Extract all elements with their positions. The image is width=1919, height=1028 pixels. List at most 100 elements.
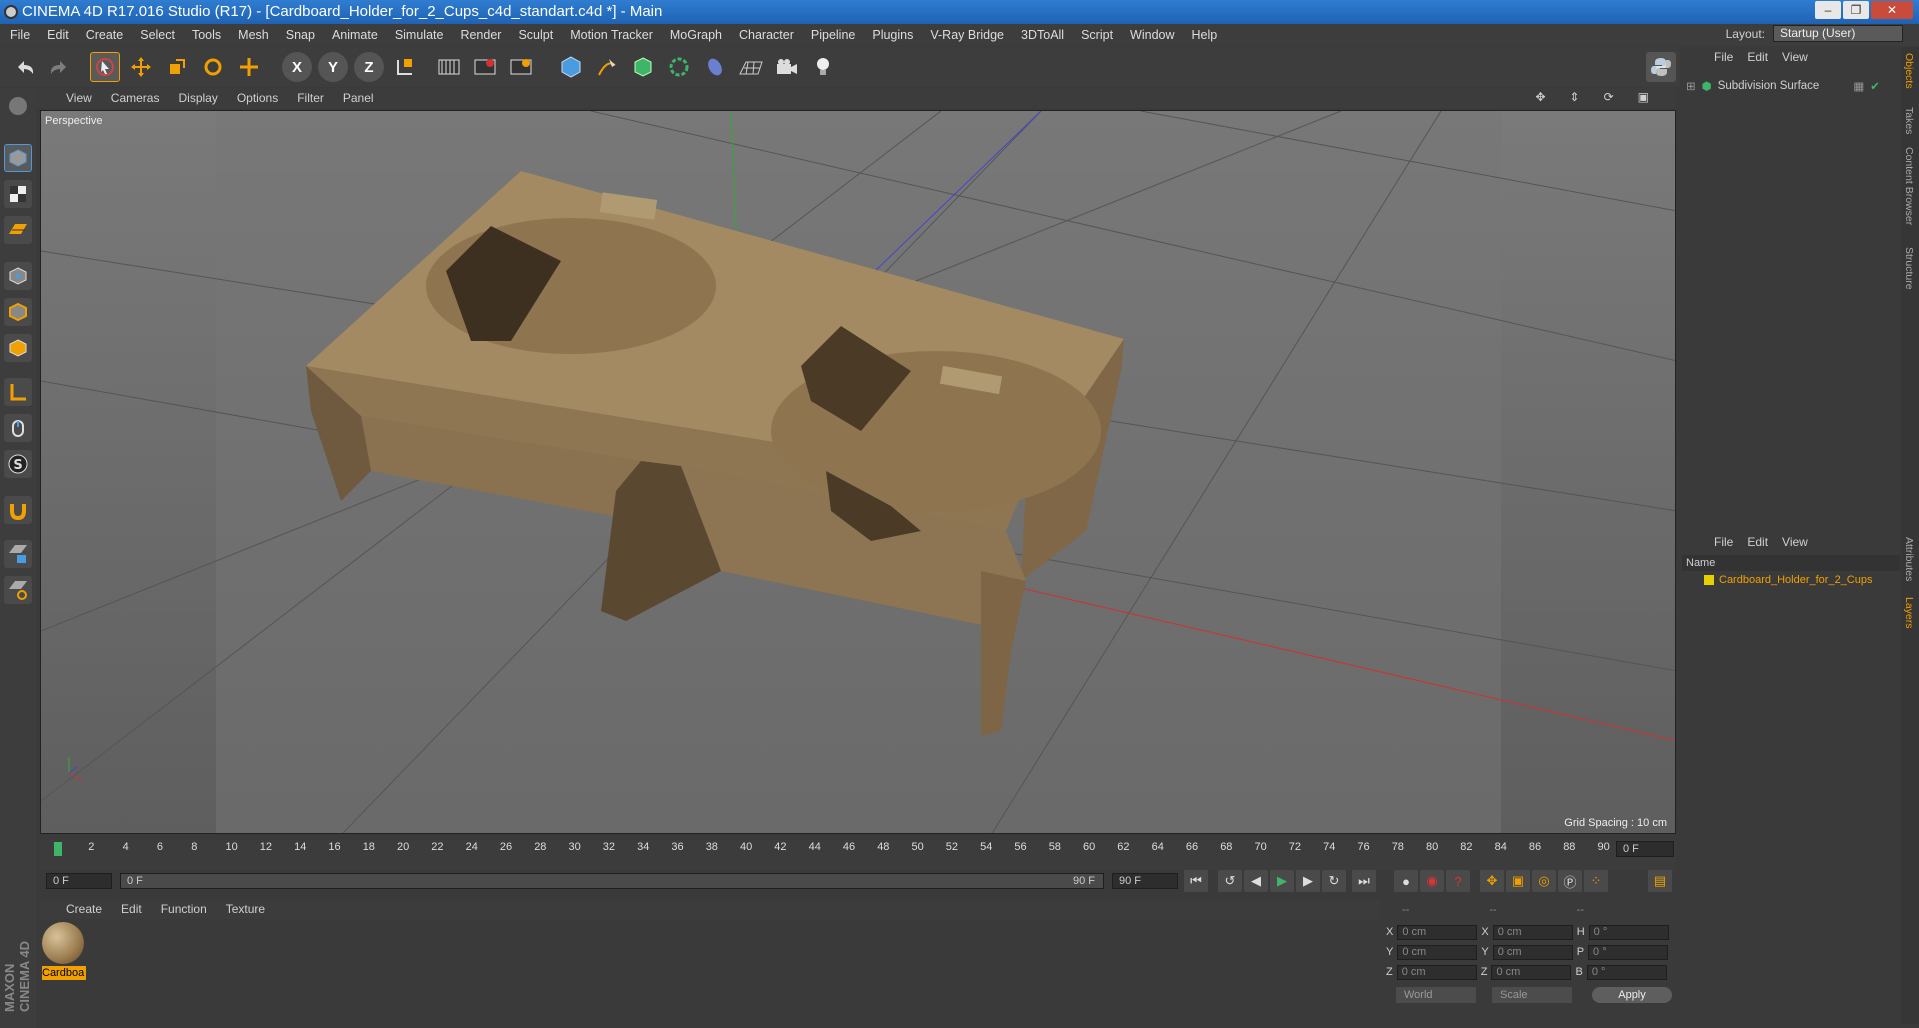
visibility-toggle-icon[interactable]: ▦ bbox=[1853, 79, 1864, 93]
close-button[interactable]: ✕ bbox=[1871, 1, 1913, 19]
texture-mode-icon[interactable] bbox=[4, 180, 32, 208]
object-menu-file[interactable]: File bbox=[1714, 50, 1733, 64]
maximize-view-icon[interactable]: ▣ bbox=[1638, 90, 1649, 104]
material-menu-edit[interactable]: Edit bbox=[121, 902, 142, 916]
expand-icon[interactable]: ⊞ bbox=[1686, 79, 1696, 93]
python-icon[interactable] bbox=[1646, 52, 1676, 82]
tab-structure[interactable]: Structure bbox=[1903, 247, 1915, 290]
viewport-menu-display[interactable]: Display bbox=[178, 91, 217, 105]
size-z-field[interactable]: 0 cm bbox=[1491, 964, 1572, 980]
viewport-menu-filter[interactable]: Filter bbox=[297, 91, 324, 105]
menu-animate[interactable]: Animate bbox=[332, 28, 378, 42]
menu-motion-tracker[interactable]: Motion Tracker bbox=[570, 28, 653, 42]
dolly-view-icon[interactable]: ⇕ bbox=[1570, 90, 1580, 104]
scale-tool-icon[interactable] bbox=[162, 52, 192, 82]
viewport-menu-view[interactable]: View bbox=[66, 91, 92, 105]
current-frame-field[interactable]: 0 F bbox=[1616, 841, 1674, 857]
menu-tools[interactable]: Tools bbox=[192, 28, 221, 42]
axis-mode-icon[interactable] bbox=[4, 378, 32, 406]
render-view-icon[interactable] bbox=[434, 52, 464, 82]
x-axis-lock-button[interactable]: X bbox=[282, 52, 312, 82]
key-position-icon[interactable]: ✥ bbox=[1480, 870, 1504, 892]
timeline-window-icon[interactable]: ▤ bbox=[1648, 870, 1672, 892]
select-tool-icon[interactable] bbox=[90, 52, 120, 82]
menu-script[interactable]: Script bbox=[1081, 28, 1113, 42]
render-settings-icon[interactable] bbox=[506, 52, 536, 82]
z-axis-lock-button[interactable]: Z bbox=[354, 52, 384, 82]
enabled-check-icon[interactable]: ✔ bbox=[1870, 79, 1880, 93]
key-scale-icon[interactable]: ▣ bbox=[1506, 870, 1530, 892]
rot-b-field[interactable]: 0 ° bbox=[1586, 964, 1667, 980]
pos-z-field[interactable]: 0 cm bbox=[1396, 964, 1477, 980]
menu-window[interactable]: Window bbox=[1130, 28, 1174, 42]
transform-tool-icon[interactable] bbox=[234, 52, 264, 82]
light-icon[interactable] bbox=[808, 52, 838, 82]
layer-menu-edit[interactable]: Edit bbox=[1747, 535, 1768, 549]
mograph-cloner-icon[interactable] bbox=[664, 52, 694, 82]
menu-simulate[interactable]: Simulate bbox=[395, 28, 444, 42]
render-picture-viewer-icon[interactable] bbox=[470, 52, 500, 82]
menu-render[interactable]: Render bbox=[460, 28, 501, 42]
points-mode-icon[interactable] bbox=[4, 262, 32, 290]
locked-workplane-icon[interactable] bbox=[4, 540, 32, 568]
menu-pipeline[interactable]: Pipeline bbox=[811, 28, 855, 42]
timeline-ruler[interactable]: 0246810121416182022242628303234363840424… bbox=[40, 840, 1676, 870]
y-axis-lock-button[interactable]: Y bbox=[318, 52, 348, 82]
make-editable-icon[interactable] bbox=[4, 92, 32, 120]
key-parameter-icon[interactable]: Ⓟ bbox=[1558, 870, 1582, 892]
camera-icon[interactable] bbox=[772, 52, 802, 82]
rot-p-field[interactable]: 0 ° bbox=[1588, 944, 1669, 960]
magnet-snap-icon[interactable] bbox=[4, 496, 32, 524]
menu-file[interactable]: File bbox=[10, 28, 30, 42]
playhead-marker[interactable] bbox=[54, 842, 62, 856]
layer-menu-file[interactable]: File bbox=[1714, 535, 1733, 549]
object-menu-edit[interactable]: Edit bbox=[1747, 50, 1768, 64]
tab-takes[interactable]: Takes bbox=[1903, 107, 1915, 134]
layer-menu-view[interactable]: View bbox=[1782, 535, 1808, 549]
tab-layers[interactable]: Layers bbox=[1903, 597, 1915, 629]
record-keys-icon[interactable]: ● bbox=[1394, 870, 1418, 892]
undo-icon[interactable] bbox=[10, 52, 40, 82]
redo-icon[interactable] bbox=[44, 52, 74, 82]
pen-spline-icon[interactable] bbox=[592, 52, 622, 82]
next-key-icon[interactable]: ↻ bbox=[1322, 870, 1346, 892]
3d-viewport[interactable]: Perspective Grid Spacing : 10 cm bbox=[40, 110, 1676, 834]
menu-plugins[interactable]: Plugins bbox=[872, 28, 913, 42]
pos-x-field[interactable]: 0 cm bbox=[1397, 924, 1478, 940]
polygons-mode-icon[interactable] bbox=[4, 334, 32, 362]
menu-snap[interactable]: Snap bbox=[286, 28, 315, 42]
layout-dropdown[interactable]: Startup (User) bbox=[1773, 25, 1903, 42]
prev-frame-icon[interactable]: ◀ bbox=[1244, 870, 1268, 892]
frame-ruler[interactable]: 0246810121416182022242628303234363840424… bbox=[54, 840, 1614, 858]
material-menu-texture[interactable]: Texture bbox=[226, 902, 265, 916]
viewport-menu-options[interactable]: Options bbox=[237, 91, 278, 105]
prev-key-icon[interactable]: ↺ bbox=[1218, 870, 1242, 892]
pan-view-icon[interactable]: ✥ bbox=[1535, 90, 1545, 104]
apply-button[interactable]: Apply bbox=[1592, 987, 1672, 1003]
tab-objects[interactable]: Objects bbox=[1903, 53, 1915, 89]
coord-mode-dropdown[interactable]: Scale bbox=[1492, 987, 1572, 1003]
coord-system-dropdown[interactable]: World bbox=[1396, 987, 1476, 1003]
rot-h-field[interactable]: 0 ° bbox=[1588, 924, 1669, 940]
viewport-menu-panel[interactable]: Panel bbox=[343, 91, 374, 105]
frame-range-slider[interactable]: 0 F 90 F bbox=[120, 873, 1104, 889]
menu-edit[interactable]: Edit bbox=[47, 28, 69, 42]
tab-attributes[interactable]: Attributes bbox=[1903, 537, 1915, 581]
menu-3dtoall[interactable]: 3DToAll bbox=[1021, 28, 1064, 42]
object-menu-view[interactable]: View bbox=[1782, 50, 1808, 64]
key-pla-icon[interactable]: ⁘ bbox=[1584, 870, 1608, 892]
menu-sculpt[interactable]: Sculpt bbox=[518, 28, 553, 42]
maximize-button[interactable]: ❐ bbox=[1843, 1, 1869, 19]
subdivision-generator-icon[interactable] bbox=[628, 52, 658, 82]
menu-select[interactable]: Select bbox=[140, 28, 175, 42]
material-menu-create[interactable]: Create bbox=[66, 902, 102, 916]
move-tool-icon[interactable] bbox=[126, 52, 156, 82]
layer-color-swatch[interactable] bbox=[1704, 575, 1714, 585]
layer-row[interactable]: Cardboard_Holder_for_2_Cups bbox=[1704, 574, 1872, 586]
rotate-view-icon[interactable]: ⟳ bbox=[1604, 90, 1614, 104]
menu-mesh[interactable]: Mesh bbox=[238, 28, 269, 42]
floor-scene-icon[interactable] bbox=[736, 52, 766, 82]
solo-mode-icon[interactable]: S bbox=[4, 450, 32, 478]
menu-create[interactable]: Create bbox=[86, 28, 124, 42]
object-row[interactable]: ⊞ ⬢ Subdivision Surface ▦ ✔ bbox=[1686, 79, 1880, 93]
